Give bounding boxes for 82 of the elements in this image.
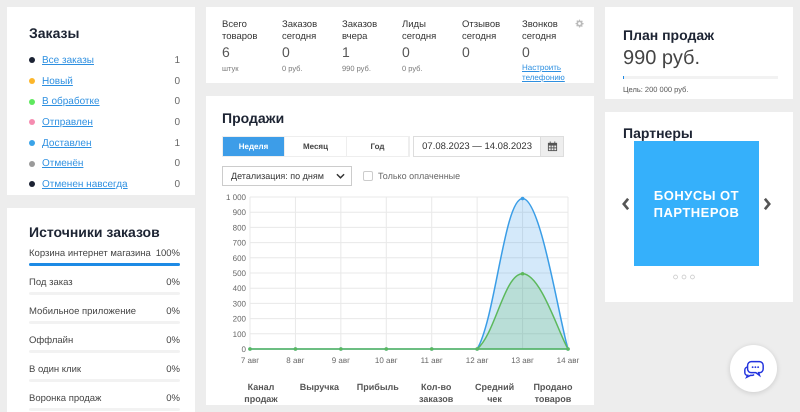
axis-label: 11 авг (420, 356, 443, 365)
source-percent: 100% (156, 248, 180, 259)
stat-value: 0 (402, 43, 411, 61)
stat-label: Лиды сегодня (402, 19, 438, 43)
status-link[interactable]: Отменен навсегда (42, 178, 174, 190)
axis-label: 700 (232, 238, 246, 248)
source-name: Воронка продаж (29, 392, 102, 404)
axis-label: 9 авг (332, 356, 350, 365)
column-header: Выручка (298, 381, 340, 394)
axis-label: 8 авг (286, 356, 305, 365)
axis-label: 800 (232, 223, 246, 232)
source-percent: 0% (166, 392, 180, 404)
carousel-dots-icon[interactable] (673, 274, 695, 280)
axis-label: 100 (232, 330, 246, 339)
stat-value: 6 (222, 43, 231, 61)
chevron-left-icon[interactable] (621, 196, 630, 210)
source-name: Мобильное приложение (29, 306, 136, 317)
stat-value: 0 (462, 43, 471, 61)
chevron-right-icon[interactable] (763, 196, 772, 210)
order-count: 1 (174, 54, 180, 66)
column-header: Канал продаж (243, 381, 279, 405)
column-header: Средний чек (474, 381, 516, 405)
source-percent: 0% (166, 334, 180, 346)
order-count: 0 (174, 116, 180, 128)
source-name: Под заказ (29, 276, 73, 288)
axis-label: 10 авг (374, 356, 398, 365)
checkbox[interactable] (363, 171, 373, 181)
source-percent: 0% (166, 364, 180, 375)
status-link[interactable]: Доставлен (42, 138, 174, 149)
stat-label: Всего товаров (222, 19, 258, 43)
partner-banner[interactable]: БОНУСЫ ОТ ПАРТНЕРОВ (634, 141, 759, 266)
order-count: 1 (174, 138, 180, 149)
card-title: Партнеры (623, 125, 694, 141)
axis-label: 900 (232, 208, 246, 218)
period-tab[interactable]: Неделя (223, 137, 285, 156)
stat-value: 0 (522, 43, 531, 61)
axis-label: 400 (232, 284, 246, 294)
axis-label: 13 авг (511, 356, 534, 365)
chat-button[interactable] (730, 345, 777, 392)
source-percent: 0% (166, 306, 180, 317)
stat-label: Заказов сегодня (282, 19, 318, 43)
stat-label: Заказов вчера (342, 19, 378, 43)
source-percent: 0% (166, 276, 180, 288)
axis-label: 600 (232, 254, 246, 263)
status-link[interactable]: В обработке (42, 96, 174, 108)
axis-label: 7 авг (240, 356, 260, 365)
axis-label: 0 (242, 345, 246, 354)
status-link[interactable]: Все заказы (42, 54, 174, 66)
stat-label: Звонков сегодня (522, 19, 559, 43)
stat-value: 1 (342, 43, 351, 61)
stat-label: Отзывов сегодня (462, 19, 502, 43)
source-name: Оффлайн (29, 334, 74, 346)
column-header: Прибыль (356, 381, 400, 394)
data-point (520, 272, 524, 276)
stat-value: 0 (282, 43, 291, 61)
settings-link[interactable]: Настроить телефонию (522, 63, 582, 83)
axis-label: 200 (232, 314, 246, 324)
plan-amount: 990 руб. (623, 47, 702, 70)
detail-select[interactable]: Детализация: по дням (222, 166, 352, 186)
card-title: Источники заказов (29, 224, 161, 240)
checkbox-label: Только оплаченные (378, 171, 460, 181)
card-title: План продаж (623, 27, 716, 43)
chevron-down-icon (336, 173, 345, 179)
order-count: 0 (174, 178, 180, 190)
status-link[interactable]: Новый (42, 76, 174, 87)
order-count: 0 (174, 96, 180, 108)
column-header: Кол-во заказов (418, 381, 454, 405)
column-header: Продано товаров (532, 381, 574, 405)
source-name: В один клик (29, 364, 82, 375)
axis-label: 300 (232, 299, 246, 308)
axis-label: 500 (232, 269, 246, 278)
card-title: Заказы (29, 25, 80, 41)
order-count: 0 (174, 76, 180, 87)
axis-label: 1 000 (226, 193, 246, 202)
source-name: Корзина интернет магазина (29, 248, 151, 259)
status-link[interactable]: Отменён (42, 158, 174, 170)
status-link[interactable]: Отправлен (42, 116, 174, 128)
axis-label: 14 авг (556, 356, 580, 365)
axis-label: 12 авг (466, 356, 489, 365)
card-title: Продажи (222, 110, 286, 126)
data-point (520, 196, 524, 200)
order-count: 0 (174, 158, 180, 170)
